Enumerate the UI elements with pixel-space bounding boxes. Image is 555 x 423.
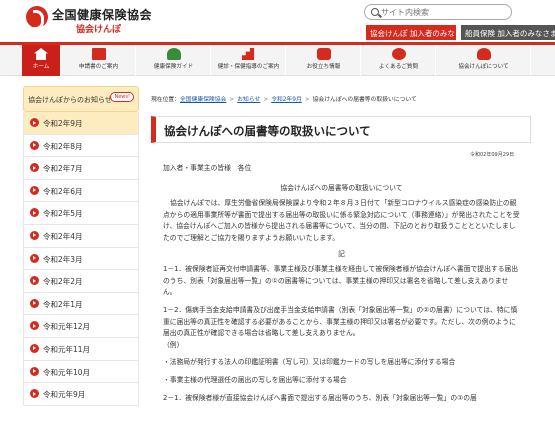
arrow-right-icon (30, 276, 39, 286)
arrow-right-icon (30, 140, 39, 150)
arrow-right-icon (30, 389, 39, 399)
sidebar-item-r2-04[interactable]: 令和2年4月 (24, 224, 138, 248)
arrow-right-icon (30, 253, 39, 263)
sidebar-month-list: 令和2年9月 令和2年8月 令和2年7月 令和2年6月 令和2年5月 令和2年4… (23, 112, 139, 406)
home-icon (34, 48, 48, 60)
sidebar-item-r1-10[interactable]: 令和元年10月 (24, 360, 138, 384)
item-1-1: 1－1．被保険者証再交付申請書等、事業主様及び事業主様を経由して被保険者様が協会… (163, 265, 519, 297)
sidebar-item-r1-11[interactable]: 令和元年11月 (24, 337, 138, 361)
nav-guide[interactable]: 健康保険ガイド (137, 45, 211, 76)
nav-checkup-label: 健診・保健指導のご案内 (217, 64, 280, 70)
site-title[interactable]: 全国健康保険協会 (52, 6, 152, 23)
arrow-right-icon (30, 118, 39, 127)
sidebar-item-r2-01[interactable]: 令和2年1月 (24, 292, 138, 316)
search-icon[interactable] (371, 8, 379, 16)
arrow-right-icon (30, 230, 39, 240)
nav-about-label: 協会けんぽについて (458, 64, 509, 70)
nav-guide-label: 健康保険ガイド (153, 64, 194, 70)
sidebar: 協会けんぽからのお知らせ News! 令和2年9月 令和2年8月 令和2年7月 … (23, 86, 139, 423)
breadcrumb: 現在位置：全国健康保険協会 > お知らせ > 令和2年9月 > 協会けんぽへの届書等の取扱い… (151, 94, 551, 103)
sidebar-item-label: 令和元年10月 (43, 367, 91, 377)
site-subtitle: 協会けんぽ (76, 25, 122, 35)
sidebar-item-label: 令和2年6月 (43, 186, 83, 196)
sidebar-item-label: 令和2年8月 (43, 141, 83, 151)
sidebar-item-r2-08[interactable]: 令和2年8月 (24, 134, 138, 158)
breadcrumb-link-news[interactable]: お知らせ (237, 97, 260, 103)
breadcrumb-separator: > (263, 97, 269, 103)
sidebar-item-label: 令和2年9月 (43, 119, 83, 128)
breadcrumb-current: 協会けんぽへの届書等の取扱いについて (312, 97, 417, 103)
chat-icon (391, 48, 406, 60)
example-1: ・法務局が発行する法人の印鑑証明書（写し可）又は印鑑カードの写しを届出等に添付す… (163, 358, 456, 367)
nav-faq-label: よくあるご質問 (378, 64, 419, 70)
global-nav: ホーム 申請書のご案内 健康保険ガイド 健診・保健指導のご案内 お役立ち情報 よ… (0, 42, 555, 76)
sidebar-item-label: 令和2年3月 (43, 254, 83, 264)
addressee: 加入者・事業主の皆様 各位 (163, 164, 252, 172)
example-label: （例） (163, 340, 184, 349)
sidebar-item-label: 令和2年2月 (43, 277, 83, 287)
search-box[interactable] (364, 4, 512, 20)
nav-home[interactable]: ホーム (22, 45, 61, 76)
item-1-2: 1－2．傷病手当金支給申請書及び出産手当金支給申請書（別表「対象届出等一覧」の②… (163, 305, 518, 338)
search-input[interactable] (381, 6, 507, 18)
sidebar-item-label: 令和元年12月 (43, 322, 91, 332)
nav-faq[interactable]: よくあるご質問 (362, 45, 436, 76)
arrow-right-icon (30, 185, 39, 195)
content-title: 協会けんぽへの届書等の取扱いについて (280, 183, 403, 192)
breadcrumb-separator: > (229, 97, 235, 103)
breadcrumb-separator: > (304, 97, 310, 103)
breadcrumb-prefix: 現在位置： (151, 97, 180, 103)
sidebar-item-r2-02[interactable]: 令和2年2月 (24, 270, 138, 293)
ki-heading: 記 (338, 249, 345, 258)
arrow-right-icon (30, 298, 39, 308)
sidebar-item-r2-09[interactable]: 令和2年9月 (24, 112, 138, 135)
nav-forms[interactable]: 申請書のご案内 (62, 45, 136, 76)
intro-paragraph: 協会けんぽでは、厚生労働省保険局保険課より令和２年８月３日付て「新型コロナウイル… (163, 199, 520, 242)
sidebar-item-r1-09[interactable]: 令和元年9月 (24, 383, 138, 406)
sidebar-item-r2-06[interactable]: 令和2年6月 (24, 179, 138, 203)
breadcrumb-link-month[interactable]: 令和2年9月 (271, 97, 302, 103)
tab-kyokai-members[interactable]: 協会けんぽ 加入者のみなさま (366, 25, 456, 40)
people-icon (166, 48, 181, 60)
item-2-1: 2－1．被保険者様が直接協会けんぽへ書面で提出する届出等のうち、別表「対象届出等… (163, 393, 477, 402)
arrow-right-icon (30, 343, 39, 353)
sidebar-item-r2-07[interactable]: 令和2年7月 (24, 157, 138, 180)
sidebar-item-label: 令和元年9月 (43, 390, 86, 400)
header: 全国健康保険協会 協会けんぽ 協会けんぽ 加入者のみなさま 船員保険 加入者のみ… (0, 0, 555, 42)
sidebar-item-r2-03[interactable]: 令和2年3月 (24, 247, 138, 271)
article-body: 加入者・事業主の皆様 各位 協会けんぽへの届書等の取扱いについて 協会けんぽでは… (163, 163, 520, 404)
sidebar-item-label: 令和2年7月 (43, 164, 83, 174)
chart-icon (241, 48, 255, 60)
hand-icon (316, 48, 331, 60)
page-title: 協会けんぽへの届書等の取扱いについて (151, 116, 531, 143)
nav-forms-label: 申請書のご案内 (78, 64, 119, 70)
sidebar-item-label: 令和2年4月 (43, 231, 83, 241)
arrow-right-icon (30, 163, 39, 173)
arrow-right-icon (30, 366, 39, 376)
sidebar-item-label: 令和元年11月 (43, 344, 91, 354)
nav-useful-label: お役立ち情報 (306, 64, 341, 70)
sidebar-item-label: 令和2年5月 (43, 209, 83, 219)
sidebar-heading: 協会けんぽからのお知らせ News! (23, 86, 139, 112)
publish-date: 令和02年09月29日 (470, 152, 515, 158)
nav-useful[interactable]: お役立ち情報 (287, 45, 361, 76)
sidebar-item-r1-12[interactable]: 令和元年12月 (24, 315, 138, 338)
family-icon (476, 48, 491, 60)
nav-about[interactable]: 協会けんぽについて (437, 45, 531, 76)
arrow-right-icon (30, 208, 39, 218)
sidebar-item-r2-05[interactable]: 令和2年5月 (24, 202, 138, 225)
nav-home-label: ホーム (32, 64, 50, 70)
sidebar-item-label: 令和2年1月 (43, 299, 83, 309)
arrow-right-icon (30, 321, 39, 331)
document-icon (91, 48, 106, 60)
kyokai-logo-icon[interactable] (26, 6, 48, 30)
sidebar-heading-text: 協会けんぽからのお知らせ (28, 96, 112, 104)
breadcrumb-link-home[interactable]: 全国健康保険協会 (180, 97, 226, 103)
tab-seaman-members[interactable]: 船員保険 加入者のみなさま (461, 25, 555, 40)
news-badge: News! (110, 92, 134, 102)
nav-checkup[interactable]: 健診・保健指導のご案内 (212, 45, 286, 76)
example-2: ・事業主様の代理選任の届出の写しを届出等に添付する場合 (163, 375, 347, 384)
